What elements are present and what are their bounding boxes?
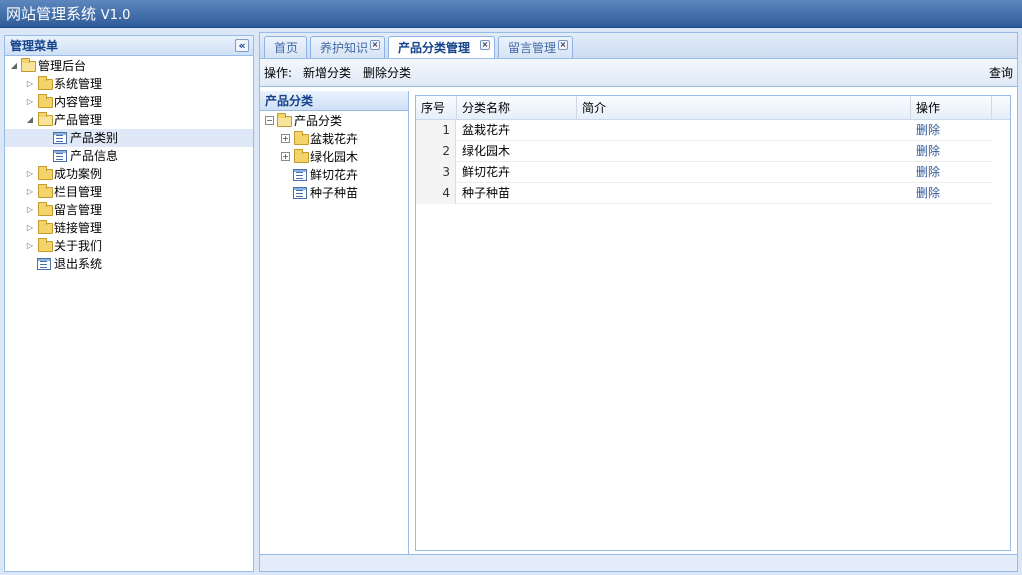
tree-collapsed-icon[interactable]: ▷ [26, 237, 34, 255]
page-icon [293, 169, 307, 181]
tree-node-label: 产品分类 [294, 114, 343, 128]
nav-panel-title: 管理菜单 [10, 39, 59, 53]
close-icon[interactable]: × [558, 40, 568, 50]
page-icon [293, 187, 307, 199]
row-index: 3 [416, 162, 456, 183]
tab-content: 操作: 新增分类 删除分类 查询 产品分类 − 产品分类 + 盆栽花卉 + 绿化… [259, 58, 1018, 555]
folder-icon [294, 149, 309, 163]
tree-node-label: 关于我们 [54, 239, 103, 253]
tree-collapsed-icon[interactable]: ▷ [26, 165, 34, 183]
table-row[interactable]: 4 种子种苗 删除 [416, 183, 992, 204]
tree-node-label: 退出系统 [54, 257, 103, 271]
folder-icon [38, 238, 53, 252]
tree-node-label: 种子种苗 [310, 186, 359, 200]
folder-icon [38, 76, 53, 90]
tree-node-label: 内容管理 [54, 95, 103, 109]
tree-collapsed-icon[interactable]: ▷ [26, 201, 34, 219]
tab-label: 养护知识 [320, 41, 369, 55]
column-header-description[interactable]: 简介 [577, 96, 911, 120]
row-index: 1 [416, 120, 456, 141]
page-icon [53, 132, 67, 144]
tab-message-manage[interactable]: 留言管理 × [498, 36, 573, 59]
app-version: V1.0 [100, 8, 131, 23]
tree-expanded-icon[interactable]: ◢ [26, 111, 34, 129]
tree-plus-icon[interactable]: + [281, 134, 290, 143]
collapse-panel-icon[interactable]: « [235, 39, 249, 52]
tree-node-product-category[interactable]: 产品类别 [5, 129, 253, 147]
tree-node-label: 留言管理 [54, 203, 103, 217]
add-category-button[interactable]: 新增分类 [303, 59, 351, 87]
tree-collapsed-icon[interactable]: ▷ [26, 75, 34, 93]
tab-home[interactable]: 首页 [264, 36, 307, 59]
tree-node-label: 成功案例 [54, 167, 103, 181]
tree-node-label: 链接管理 [54, 221, 103, 235]
folder-open-icon [38, 112, 53, 126]
column-header-index[interactable]: 序号 [416, 96, 457, 120]
page-icon [37, 258, 51, 270]
close-icon[interactable]: × [370, 40, 380, 50]
delete-row-link[interactable]: 删除 [916, 162, 940, 183]
table-row[interactable]: 1 盆栽花卉 删除 [416, 120, 992, 141]
tab-label: 留言管理 [508, 41, 557, 55]
tree-expanded-icon[interactable]: ◢ [10, 57, 18, 75]
folder-icon [38, 166, 53, 180]
tree-collapsed-icon[interactable]: ▷ [26, 219, 34, 237]
column-header-action[interactable]: 操作 [911, 96, 992, 120]
app-title: 网站管理系统 [6, 5, 97, 23]
row-index: 4 [416, 183, 456, 204]
folder-icon [38, 184, 53, 198]
row-name: 盆栽花卉 [462, 123, 511, 137]
tab-label: 产品分类管理 [398, 41, 471, 55]
toolbar-ops-label: 操作: [264, 66, 293, 80]
page-icon [53, 150, 67, 162]
category-grid: 序号 分类名称 简介 操作 1 盆栽花卉 删除 2 绿化园木 删除 3 鲜切花卉… [415, 95, 1011, 551]
row-index: 2 [416, 141, 456, 162]
nav-panel-header: 管理菜单 « [5, 36, 253, 56]
column-header-name[interactable]: 分类名称 [457, 96, 577, 120]
app-titlebar: 网站管理系统 V1.0 [0, 0, 1022, 28]
row-name: 绿化园木 [462, 144, 511, 158]
folder-open-icon [277, 113, 292, 127]
tab-care-knowledge[interactable]: 养护知识 × [310, 36, 385, 59]
tree-node-label: 管理后台 [38, 59, 87, 73]
delete-row-link[interactable]: 删除 [916, 141, 940, 162]
tree-node-label: 盆栽花卉 [310, 132, 359, 146]
tree-collapsed-icon[interactable]: ▷ [26, 183, 34, 201]
table-row[interactable]: 2 绿化园木 删除 [416, 141, 992, 162]
category-panel: 产品分类 − 产品分类 + 盆栽花卉 + 绿化园木 鲜切花卉 种子种苗 [260, 91, 409, 554]
delete-category-button[interactable]: 删除分类 [363, 59, 411, 87]
tree-node-label: 产品管理 [54, 113, 103, 127]
table-row[interactable]: 3 鲜切花卉 删除 [416, 162, 992, 183]
close-icon[interactable]: × [480, 40, 490, 50]
row-name: 鲜切花卉 [462, 165, 511, 179]
tab-strip: 首页 养护知识 × 产品分类管理 × 留言管理 × [259, 32, 1018, 60]
toolbar: 操作: 新增分类 删除分类 查询 [260, 59, 1017, 87]
folder-icon [294, 131, 309, 145]
delete-row-link[interactable]: 删除 [916, 120, 940, 141]
tab-label: 首页 [274, 41, 299, 55]
delete-row-link[interactable]: 删除 [916, 183, 940, 204]
tree-node-label: 栏目管理 [54, 185, 103, 199]
folder-icon [38, 202, 53, 216]
folder-icon [38, 94, 53, 108]
category-panel-title: 产品分类 [260, 91, 408, 111]
row-name: 种子种苗 [462, 186, 511, 200]
grid-header: 序号 分类名称 简介 操作 [416, 96, 1010, 120]
tree-node-label: 系统管理 [54, 77, 103, 91]
nav-panel: 管理菜单 « ◢ 管理后台 ▷ 系统管理 ▷ 内容管理 ◢ 产品管理 产品类别 [4, 35, 254, 572]
tree-node-label: 绿化园木 [310, 150, 359, 164]
tree-plus-icon[interactable]: + [281, 152, 290, 161]
status-bar [259, 555, 1018, 572]
query-button[interactable]: 查询 [989, 59, 1013, 87]
folder-icon [38, 220, 53, 234]
tree-node-label: 产品信息 [70, 149, 119, 163]
tree-node-label: 鲜切花卉 [310, 168, 359, 182]
tab-product-category-manage[interactable]: 产品分类管理 × [388, 36, 495, 60]
folder-open-icon [21, 58, 36, 72]
tree-minus-icon[interactable]: − [265, 116, 274, 125]
tree-collapsed-icon[interactable]: ▷ [26, 93, 34, 111]
tree-node-label: 产品类别 [70, 131, 119, 145]
